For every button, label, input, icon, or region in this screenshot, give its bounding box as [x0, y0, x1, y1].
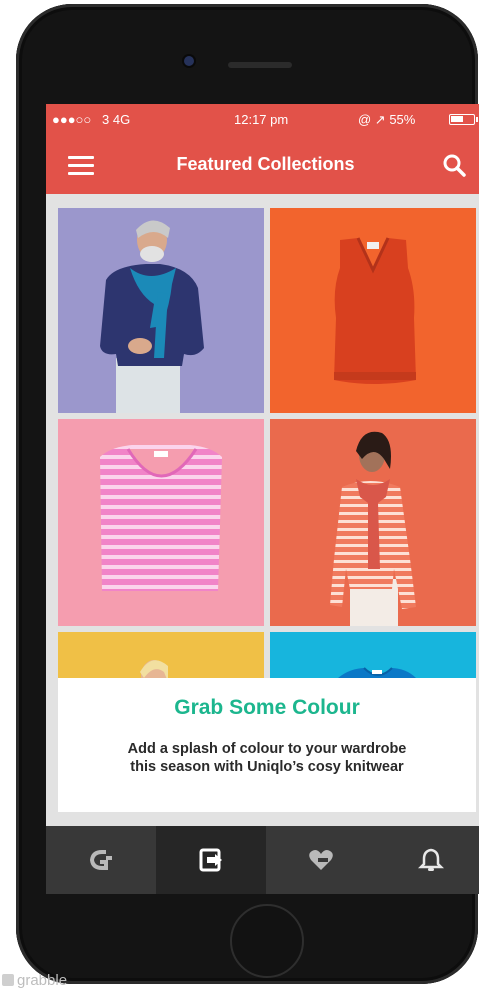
watermark: grabble [2, 972, 67, 989]
bell-icon [418, 848, 444, 871]
nav-item-notifications[interactable] [376, 826, 479, 894]
app-screen: ●●●○○ 3 4G 12:17 pm @ ↗ 55% Featured Col… [46, 104, 479, 894]
status-time: 12:17 pm [234, 112, 289, 127]
battery-nub [476, 117, 478, 122]
home-button[interactable] [230, 904, 304, 978]
status-bar: ●●●○○ 3 4G 12:17 pm @ ↗ 55% [46, 104, 479, 134]
collection-info-card[interactable]: Grab Some Colour Add a splash of colour … [58, 678, 476, 812]
watermark-logo-icon [2, 974, 14, 986]
battery-fill [451, 116, 463, 122]
heart-hand-icon [309, 850, 333, 870]
carrier-label: 3 4G [102, 112, 131, 127]
signal-strength: ●●●○○ [52, 112, 92, 127]
collection-tile[interactable] [58, 208, 264, 413]
collection-tile[interactable] [270, 419, 476, 626]
knit-vest-image [270, 208, 476, 413]
striped-sweater-image [58, 419, 264, 626]
nav-item-collections[interactable] [156, 826, 266, 894]
phone-frame: ●●●○○ 3 4G 12:17 pm @ ↗ 55% Featured Col… [16, 4, 479, 984]
page-title: Featured Collections [176, 154, 355, 174]
nav-item-favourites[interactable] [266, 826, 376, 894]
collection-tile[interactable] [58, 419, 264, 626]
earpiece-speaker [228, 62, 292, 68]
collections-icon [199, 848, 222, 872]
app-bar: Featured Collections [46, 134, 479, 194]
bottom-navigation [46, 826, 479, 894]
description-line: Add a splash of colour to your wardrobe [127, 741, 407, 757]
description-line: this season with Uniqlo’s cosy knitwear [130, 759, 404, 775]
collection-description: Add a splash of colour to your wardrobe … [58, 740, 476, 776]
model-woman-image [270, 419, 476, 626]
collection-tile[interactable] [270, 208, 476, 413]
nav-item-home[interactable] [46, 826, 156, 894]
collection-title: Grab Some Colour [174, 696, 360, 719]
battery-icon [449, 114, 475, 125]
status-indicators: @ ↗ 55% [358, 112, 416, 127]
front-camera [184, 56, 194, 66]
grab-logo-icon [90, 850, 112, 870]
watermark-text: grabble [17, 972, 68, 989]
model-man-image [58, 208, 264, 413]
search-icon[interactable] [442, 153, 466, 177]
